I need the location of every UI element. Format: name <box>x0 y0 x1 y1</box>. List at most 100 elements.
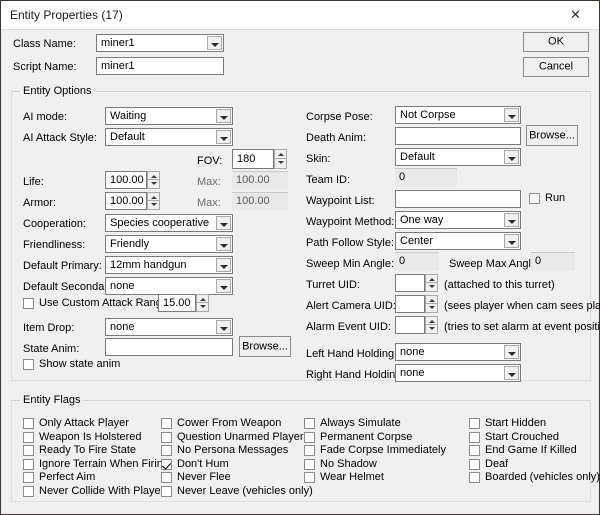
default-primary-combo[interactable]: 12mm handgun <box>105 256 233 274</box>
chevron-down-icon[interactable] <box>207 36 222 50</box>
chevron-down-icon[interactable] <box>216 279 231 293</box>
chevron-down-icon[interactable] <box>216 258 231 272</box>
path-follow-style-combo[interactable]: Center <box>395 232 521 250</box>
chevron-down-icon[interactable] <box>216 130 231 144</box>
chevron-down-icon[interactable] <box>504 213 519 227</box>
cancel-button[interactable]: Cancel <box>523 57 589 77</box>
corpse-pose-combo[interactable]: Not Corpse <box>395 106 521 124</box>
checkbox-box[interactable] <box>23 459 34 470</box>
armor-stepper[interactable] <box>147 192 160 210</box>
checkbox-box[interactable] <box>161 472 172 483</box>
fov-stepper[interactable] <box>274 149 287 169</box>
checkbox-box[interactable] <box>469 459 480 470</box>
alert-camera-uid-input[interactable] <box>395 295 425 313</box>
class-name-combo[interactable]: miner1 <box>96 34 224 52</box>
checkbox-box[interactable] <box>304 445 315 456</box>
chevron-down-icon[interactable] <box>216 109 231 123</box>
alarm-event-uid-stepper-down[interactable] <box>426 325 437 333</box>
team-id-input[interactable]: 0 <box>395 168 457 187</box>
checkbox-box[interactable] <box>23 432 34 443</box>
checkbox-box[interactable] <box>23 445 34 456</box>
cooperation-combo[interactable]: Species cooperative <box>105 214 233 232</box>
ai-attack-style-combo[interactable]: Default <box>105 128 233 146</box>
turret-uid-input[interactable] <box>395 274 425 292</box>
checkbox-box[interactable] <box>469 472 480 483</box>
checkbox-box[interactable] <box>23 418 34 429</box>
ai-mode-value: Waiting <box>110 110 146 122</box>
alert-camera-uid-stepper-down[interactable] <box>426 304 437 312</box>
right-hand-holding-value: none <box>400 367 424 379</box>
life-stepper-down[interactable] <box>148 180 159 188</box>
friendliness-combo[interactable]: Friendly <box>105 235 233 253</box>
ai-mode-combo[interactable]: Waiting <box>105 107 233 125</box>
chevron-down-icon[interactable] <box>216 216 231 230</box>
flag-label: Deaf <box>485 458 508 470</box>
checkbox-box[interactable] <box>161 418 172 429</box>
sweep-min-angle-input[interactable]: 0 <box>395 252 439 271</box>
state-anim-input[interactable] <box>105 338 233 356</box>
checkbox-box[interactable] <box>161 459 172 470</box>
checkbox-box[interactable] <box>161 486 172 497</box>
life-stepper[interactable] <box>147 171 160 189</box>
armor-input[interactable]: 100.00 <box>105 192 147 210</box>
script-name-input[interactable]: miner1 <box>96 57 224 75</box>
death-anim-input[interactable] <box>395 127 521 145</box>
chevron-down-icon[interactable] <box>504 150 519 164</box>
checkbox-box[interactable] <box>469 445 480 456</box>
checkbox-box[interactable] <box>161 445 172 456</box>
flag-label: Question Unarmed Player <box>177 431 304 443</box>
death-anim-browse-button[interactable]: Browse... <box>526 125 578 146</box>
chevron-down-icon[interactable] <box>504 234 519 248</box>
waypoint-list-input[interactable] <box>395 190 521 208</box>
armor-stepper-down[interactable] <box>148 201 159 209</box>
left-hand-holding-combo[interactable]: none <box>395 343 521 361</box>
fov-stepper-up[interactable] <box>275 150 286 159</box>
custom-attack-range-input[interactable]: 15.00 <box>158 294 196 312</box>
flag-label: Permanent Corpse <box>320 431 412 443</box>
checkbox-box[interactable] <box>23 359 34 370</box>
chevron-down-icon[interactable] <box>216 237 231 251</box>
checkbox-box[interactable] <box>304 459 315 470</box>
turret-uid-stepper-up[interactable] <box>426 275 437 283</box>
chevron-down-icon[interactable] <box>504 108 519 122</box>
skin-combo[interactable]: Default <box>395 148 521 166</box>
life-input[interactable]: 100.00 <box>105 171 147 189</box>
alarm-event-uid-stepper[interactable] <box>425 316 438 334</box>
close-button[interactable]: ✕ <box>554 1 599 29</box>
checkbox-box[interactable] <box>469 432 480 443</box>
ai-mode-label: AI mode: <box>23 111 67 124</box>
state-anim-browse-button[interactable]: Browse... <box>239 336 291 357</box>
alarm-event-uid-stepper-up[interactable] <box>426 317 437 325</box>
sweep-max-angle-input[interactable]: 0 <box>531 252 575 271</box>
chevron-down-icon[interactable] <box>216 320 231 334</box>
fov-input[interactable]: 180 <box>232 149 274 169</box>
alert-camera-uid-stepper-up[interactable] <box>426 296 437 304</box>
checkbox-box[interactable] <box>23 472 34 483</box>
custom-attack-range-stepper-up[interactable] <box>197 295 208 303</box>
alert-camera-uid-stepper[interactable] <box>425 295 438 313</box>
chevron-down-icon[interactable] <box>504 345 519 359</box>
life-stepper-up[interactable] <box>148 172 159 180</box>
custom-attack-range-stepper[interactable] <box>196 294 209 312</box>
waypoint-method-combo[interactable]: One way <box>395 211 521 229</box>
turret-uid-stepper-down[interactable] <box>426 283 437 291</box>
checkbox-box[interactable] <box>304 432 315 443</box>
checkbox-box[interactable] <box>529 193 540 204</box>
turret-uid-stepper[interactable] <box>425 274 438 292</box>
checkbox-box[interactable] <box>161 432 172 443</box>
default-secondary-label: Default Secondary: <box>23 281 117 294</box>
checkbox-box[interactable] <box>304 418 315 429</box>
checkbox-box[interactable] <box>469 418 480 429</box>
ok-button[interactable]: OK <box>523 32 589 52</box>
alarm-event-uid-input[interactable] <box>395 316 425 334</box>
chevron-down-icon[interactable] <box>504 366 519 380</box>
armor-stepper-up[interactable] <box>148 193 159 201</box>
checkbox-box[interactable] <box>23 298 34 309</box>
right-hand-holding-combo[interactable]: none <box>395 364 521 382</box>
checkbox-box[interactable] <box>23 486 34 497</box>
checkbox-box[interactable] <box>304 472 315 483</box>
fov-stepper-down[interactable] <box>275 159 286 168</box>
default-secondary-combo[interactable]: none <box>105 277 233 295</box>
item-drop-combo[interactable]: none <box>105 318 233 336</box>
custom-attack-range-stepper-down[interactable] <box>197 303 208 311</box>
